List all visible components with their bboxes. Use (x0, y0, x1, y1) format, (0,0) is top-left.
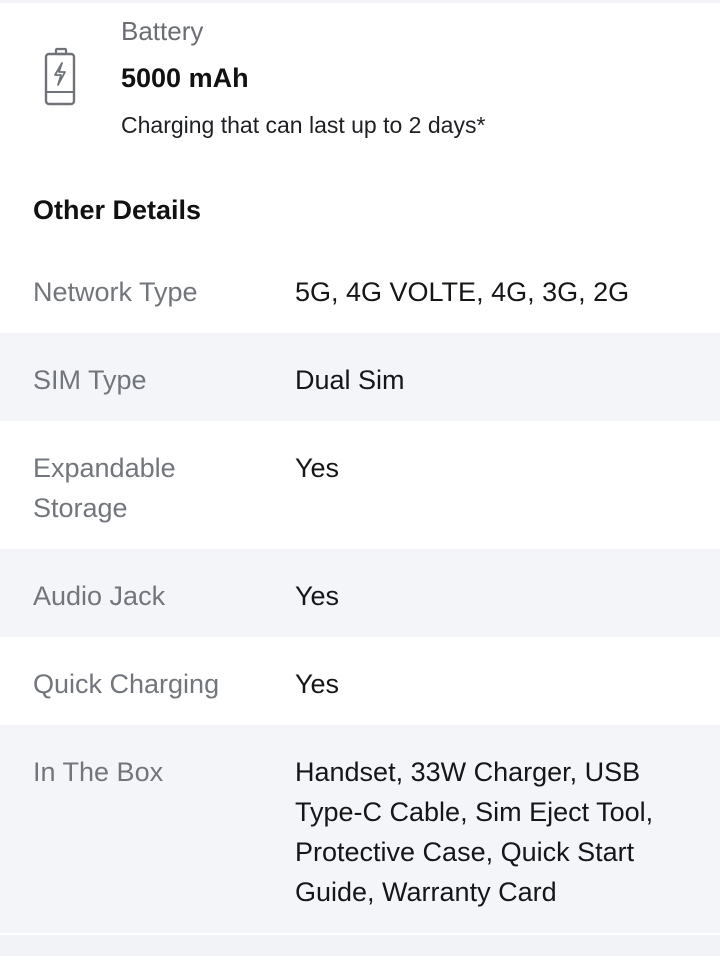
battery-capacity: 5000 mAh (121, 63, 249, 93)
detail-row-in-the-box: In The Box Handset, 33W Charger, USB Typ… (0, 725, 720, 933)
battery-description: Charging that can last up to 2 days* (121, 112, 486, 138)
battery-label: Battery (121, 16, 204, 46)
detail-label: Network Type (33, 277, 198, 307)
detail-row-quick-charging: Quick Charging Yes (0, 637, 720, 725)
battery-spec: Battery 5000 mAh Charging that can last … (0, 3, 720, 163)
detail-value: Dual Sim (295, 365, 405, 395)
detail-value: Yes (295, 669, 340, 699)
bottom-divider (0, 935, 720, 956)
detail-row-audio-jack: Audio Jack Yes (0, 549, 720, 637)
detail-row-sim-type: SIM Type Dual Sim (0, 333, 720, 421)
other-details-title: Other Details (33, 195, 202, 225)
detail-value: Handset, 33W Charger, USB Type-C Cable, … (295, 757, 654, 907)
detail-value: 5G, 4G VOLTE, 4G, 3G, 2G (295, 277, 630, 307)
detail-label: SIM Type (33, 365, 147, 395)
detail-label: Audio Jack (33, 581, 166, 611)
other-details-table: Network Type 5G, 4G VOLTE, 4G, 3G, 2G SI… (0, 245, 720, 933)
detail-label: In The Box (33, 757, 164, 787)
detail-row-expandable-storage: Expandable Storage Yes (0, 421, 720, 549)
specifications-card: Battery 5000 mAh Charging that can last … (0, 3, 720, 935)
detail-row-network-type: Network Type 5G, 4G VOLTE, 4G, 3G, 2G (0, 245, 720, 333)
detail-value: Yes (295, 453, 340, 483)
battery-charging-icon (44, 47, 78, 107)
detail-label: Expandable Storage (33, 453, 176, 523)
detail-value: Yes (295, 581, 340, 611)
detail-label: Quick Charging (33, 669, 220, 699)
